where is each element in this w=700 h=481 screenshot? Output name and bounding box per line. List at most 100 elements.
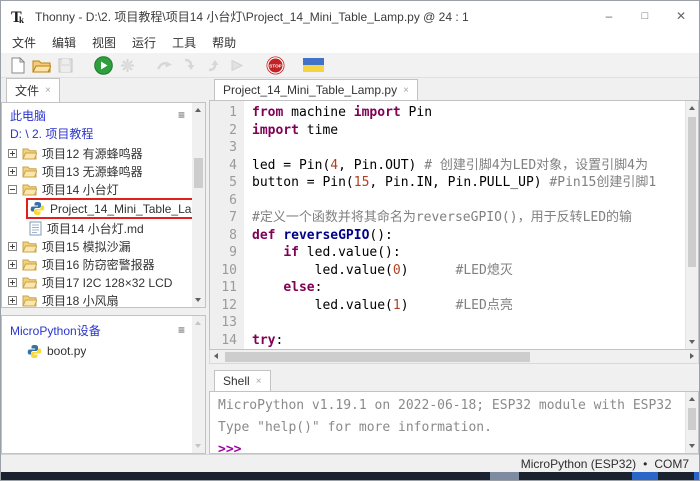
shell-panel[interactable]: MicroPython v1.19.1 on 2022-06-18; ESP32… — [209, 391, 699, 454]
debug-script-button[interactable] — [115, 54, 139, 77]
tree-root-path[interactable]: D: \ 2. 项目教程 — [2, 124, 205, 142]
code-line[interactable] — [252, 314, 698, 332]
collapse-icon[interactable] — [8, 185, 17, 194]
code-pane[interactable]: from machine import Pinimport time led = … — [244, 101, 698, 349]
status-port[interactable]: COM7 — [654, 457, 689, 471]
menu-item-view[interactable]: 视图 — [84, 32, 124, 53]
scrollbar-thumb[interactable] — [688, 117, 696, 267]
device-scrollbar[interactable] — [192, 316, 205, 453]
expand-icon[interactable] — [8, 167, 17, 176]
device-panel-menu-icon[interactable]: ≡ — [178, 324, 185, 336]
tree-item-project-13[interactable]: 项目13 无源蜂鸣器 — [2, 162, 205, 180]
folder-icon — [22, 147, 37, 160]
taskbar-edge — [1, 472, 699, 480]
open-file-button[interactable] — [29, 54, 53, 77]
shell-scrollbar[interactable] — [685, 392, 698, 453]
tree-item-project-16[interactable]: 项目16 防窃密警报器 — [2, 255, 205, 273]
tree-root-computer[interactable]: 此电脑 ≡ — [2, 106, 205, 124]
editor-tabstrip: Project_14_Mini_Table_Lamp.py × — [209, 78, 699, 100]
code-line[interactable] — [252, 192, 698, 210]
scrollbar-thumb[interactable] — [688, 408, 696, 430]
tree-item-label: 项目18 小风扇 — [42, 292, 119, 309]
code-line[interactable]: def reverseGPIO(): — [252, 227, 698, 245]
tree-item-project-12[interactable]: 项目12 有源蜂鸣器 — [2, 144, 205, 162]
tab-files[interactable]: 文件 × — [6, 78, 60, 102]
scroll-down-icon[interactable] — [686, 335, 699, 349]
tab-files-close-icon[interactable]: × — [45, 85, 51, 96]
scroll-down-icon[interactable] — [192, 293, 205, 307]
tab-shell[interactable]: Shell × — [214, 370, 271, 391]
code-line[interactable]: led = Pin(4, Pin.OUT) # 创建引脚4为LED对象，设置引脚… — [252, 157, 698, 175]
minimize-button[interactable]: – — [591, 1, 627, 31]
step-out-button[interactable] — [201, 54, 225, 77]
expand-icon[interactable] — [8, 242, 17, 251]
code-line[interactable]: from machine import Pin — [252, 104, 698, 122]
code-line[interactable]: try: — [252, 332, 698, 350]
scroll-up-icon[interactable] — [192, 316, 205, 330]
panel-sash[interactable] — [1, 308, 206, 315]
device-panel-header[interactable]: MicroPython设备 ≡ — [2, 321, 205, 339]
run-script-button[interactable] — [91, 54, 115, 77]
tree-item-project-18[interactable]: 项目18 小风扇 — [2, 291, 205, 308]
scrollbar-thumb[interactable] — [225, 352, 530, 362]
editor-scrollbar[interactable] — [685, 101, 698, 349]
menu-item-run[interactable]: 运行 — [124, 32, 164, 53]
tab-editor-file[interactable]: Project_14_Mini_Table_Lamp.py × — [214, 79, 418, 100]
expand-icon[interactable] — [8, 149, 17, 158]
scroll-down-icon[interactable] — [192, 439, 205, 453]
code-line[interactable]: led.value(0) #LED熄灭 — [252, 262, 698, 280]
expand-icon[interactable] — [8, 260, 17, 269]
line-number: 4 — [210, 157, 237, 175]
code-line[interactable]: button = Pin(15, Pin.IN, Pin.PULL_UP) #P… — [252, 174, 698, 192]
menu-item-edit[interactable]: 编辑 — [44, 32, 84, 53]
save-file-button[interactable] — [53, 54, 77, 77]
code-line[interactable]: #定义一个函数并将其命名为reverseGPIO()，用于反转LED的输 — [252, 209, 698, 227]
expand-icon[interactable] — [8, 278, 17, 287]
scroll-left-icon[interactable] — [210, 350, 224, 364]
menu-item-help[interactable]: 帮助 — [204, 32, 244, 53]
code-line[interactable]: if led.value(): — [252, 244, 698, 262]
step-out-icon — [206, 58, 220, 72]
tree-item-project-15[interactable]: 项目15 模拟沙漏 — [2, 237, 205, 255]
device-panel-label: MicroPython设备 — [10, 322, 101, 339]
scrollbar-thumb[interactable] — [194, 158, 203, 188]
tree-item-project-14-md[interactable]: 项目14 小台灯.md — [2, 219, 205, 237]
device-item-boot-py[interactable]: boot.py — [2, 342, 205, 360]
scroll-down-icon[interactable] — [686, 439, 699, 453]
shell-output-line: MicroPython v1.19.1 on 2022-06-18; ESP32… — [218, 395, 698, 417]
files-panel-menu-icon[interactable]: ≡ — [178, 109, 185, 121]
tree-item-project-14-script[interactable]: Project_14_Mini_Table_Lar — [2, 198, 205, 219]
scroll-up-icon[interactable] — [192, 103, 205, 117]
new-file-button[interactable] — [5, 54, 29, 77]
resume-button[interactable] — [225, 54, 249, 77]
step-over-button[interactable] — [153, 54, 177, 77]
files-scrollbar[interactable] — [192, 103, 205, 307]
status-backend[interactable]: MicroPython (ESP32) — [521, 457, 636, 471]
line-number: 13 — [210, 314, 237, 332]
code-line[interactable] — [252, 139, 698, 157]
device-item-label: boot.py — [47, 344, 86, 358]
tree-item-project-17[interactable]: 项目17 I2C 128×32 LCD — [2, 273, 205, 291]
shell-prompt[interactable]: >>> — [218, 439, 698, 454]
main-area: 文件 × 此电脑 ≡ D: \ 2. 项目教程 项目12 有源蜂鸣器项目13 无… — [1, 78, 699, 454]
line-number: 12 — [210, 297, 237, 315]
ukraine-flag-button[interactable] — [301, 54, 325, 77]
scroll-right-icon[interactable] — [684, 350, 698, 364]
editor-hscrollbar[interactable] — [209, 350, 699, 364]
menu-item-file[interactable]: 文件 — [4, 32, 44, 53]
menu-item-tools[interactable]: 工具 — [164, 32, 204, 53]
code-line[interactable]: else: — [252, 279, 698, 297]
close-button[interactable]: ✕ — [663, 1, 699, 31]
maximize-button[interactable]: □ — [627, 1, 663, 31]
expand-icon[interactable] — [8, 296, 17, 305]
code-line[interactable]: led.value(1) #LED点亮 — [252, 297, 698, 315]
tree-item-project-14[interactable]: 项目14 小台灯 — [2, 180, 205, 198]
tab-shell-close-icon[interactable]: × — [256, 376, 262, 387]
step-into-button[interactable] — [177, 54, 201, 77]
scroll-up-icon[interactable] — [686, 392, 699, 406]
tab-editor-close-icon[interactable]: × — [403, 85, 409, 96]
code-line[interactable]: import time — [252, 122, 698, 140]
stop-restart-button[interactable]: STOP — [263, 54, 287, 77]
scroll-up-icon[interactable] — [686, 101, 699, 115]
code-editor[interactable]: 1234567891011121314 from machine import … — [209, 100, 699, 350]
